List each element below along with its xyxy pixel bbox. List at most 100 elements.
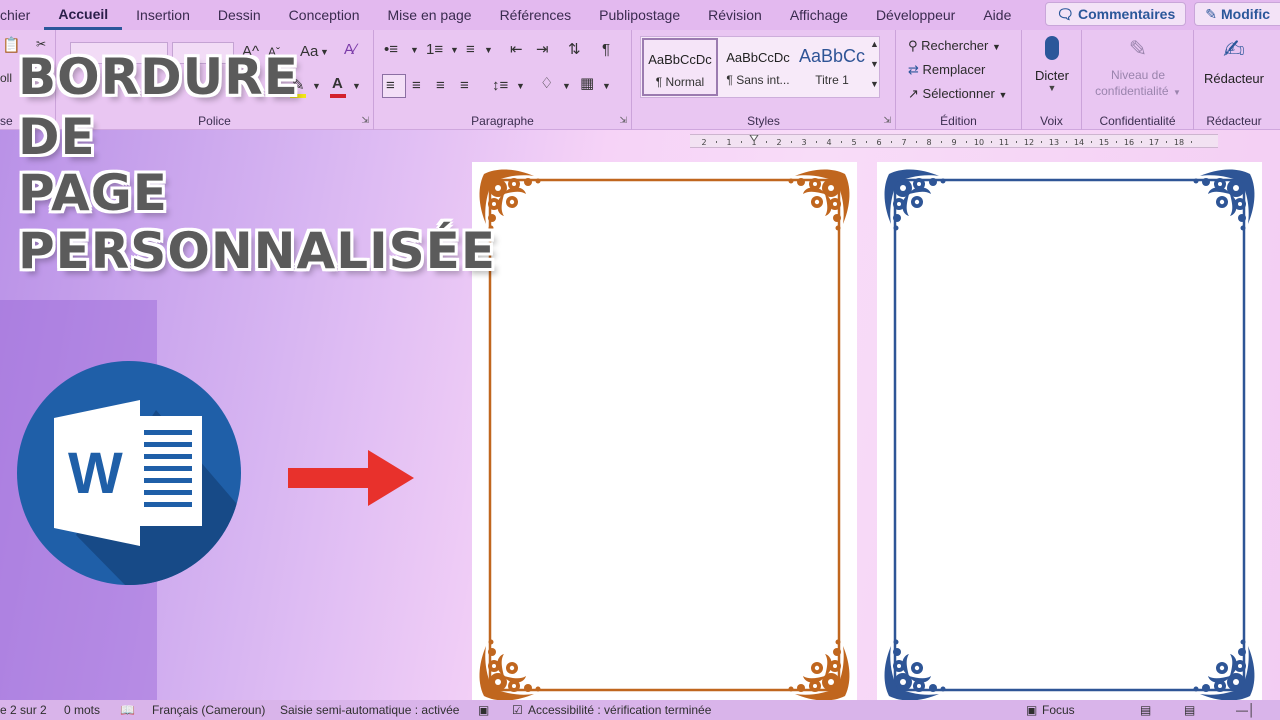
borders-icon[interactable]: ▦ [580, 76, 594, 91]
tab-accueil[interactable]: Accueil [44, 1, 123, 30]
tab-mise-en-page[interactable]: Mise en page [374, 0, 486, 30]
align-right-icon[interactable]: ≡ [436, 78, 445, 93]
shading-icon[interactable]: ♢ [540, 76, 553, 91]
ruler-tick [816, 141, 817, 143]
status-words[interactable]: 0 mots [64, 703, 100, 717]
style-sans-interligne[interactable]: AaBbCcDc ¶ Sans int... [720, 38, 796, 96]
align-left-icon: ≡ [386, 77, 395, 94]
replace-button[interactable]: ⇄ Remplacer [908, 62, 985, 78]
status-focus[interactable]: Focus [1042, 703, 1075, 717]
editor-button[interactable]: ✍ Rédacteur [1194, 34, 1274, 104]
focus-icon[interactable]: ▣ [1026, 703, 1037, 717]
chevron-down-icon[interactable]: ▼ [516, 82, 525, 91]
gallery-more-icon[interactable]: ▼ [870, 80, 879, 89]
status-bar: e 2 sur 2 0 mots 📖 Français (Cameroun) S… [0, 700, 1280, 720]
increase-indent-icon[interactable]: ⇥ [536, 42, 549, 57]
status-autocomplete[interactable]: Saisie semi-automatique : activée [280, 703, 459, 717]
tab-conception[interactable]: Conception [275, 0, 374, 30]
ruler-tick [1091, 141, 1092, 143]
ruler-tick [966, 141, 967, 143]
change-case-button[interactable]: Aa [300, 44, 318, 59]
find-button[interactable]: ⚲ Rechercher ▼ [908, 38, 1001, 54]
pilcrow-icon[interactable]: ¶ [602, 42, 610, 57]
ruler-number: 3 [801, 138, 806, 147]
edit-mode-button[interactable]: ✎ Modific [1194, 2, 1280, 26]
find-label: Rechercher [921, 38, 989, 53]
print-layout-icon[interactable]: ▤ [1140, 703, 1151, 717]
ruler-number: 13 [1049, 138, 1059, 147]
group-label-edition: Édition [940, 114, 977, 128]
ruler-number: 7 [901, 138, 906, 147]
title-line-1: BORDURE [18, 48, 299, 106]
clear-format-icon[interactable]: A∕ [344, 42, 357, 57]
ruler-number: 12 [1024, 138, 1034, 147]
chevron-down-icon: ▼ [998, 90, 1008, 100]
horizontal-ruler[interactable]: 2 1 1 2 3 4 5 6 7 8 9 10 11 12 13 14 15 16 17 18 [690, 134, 1218, 148]
tab-developpeur[interactable]: Développeur [862, 0, 969, 30]
edit-mode-label: Modific [1221, 6, 1270, 22]
sensitivity-icon: ✎ [1128, 36, 1148, 61]
font-color-icon[interactable]: A [332, 76, 343, 91]
select-button[interactable]: ↗ Sélectionner ▼ [908, 86, 1007, 102]
style-normal[interactable]: AaBbCcDc ¶ Normal [642, 38, 718, 96]
proofing-book-icon[interactable]: 📖 [120, 703, 135, 717]
tab-dessin[interactable]: Dessin [204, 0, 275, 30]
chevron-down-icon[interactable]: ▼ [484, 46, 493, 55]
group-label-confidentialite: Confidentialité [1099, 114, 1176, 128]
tab-revision[interactable]: Révision [694, 0, 776, 30]
title-line-3: PAGE [18, 164, 168, 222]
group-label-redacteur: Rédacteur [1206, 114, 1262, 128]
multilevel-list-icon[interactable]: ≡ [466, 42, 475, 57]
ruler-number: 4 [826, 138, 831, 147]
tab-insertion[interactable]: Insertion [122, 0, 204, 30]
web-layout-icon[interactable]: ▤ [1184, 703, 1195, 717]
status-accessibility[interactable]: Accessibilité : vérification terminée [528, 703, 711, 717]
sensitivity-button[interactable]: ✎ Niveau de confidentialité ▼ [1082, 34, 1194, 104]
ruler-number: 2 [776, 138, 781, 147]
sort-icon[interactable]: ⇅ [568, 42, 581, 57]
tab-affichage[interactable]: Affichage [776, 0, 862, 30]
line-spacing-icon[interactable]: ↕≡ [492, 78, 508, 93]
tab-references[interactable]: Références [486, 0, 586, 30]
numbering-icon[interactable]: 1≡ [426, 42, 443, 57]
launcher-icon[interactable]: ⇲ [619, 115, 627, 126]
launcher-icon[interactable]: ⇲ [883, 115, 891, 126]
page-blue-border [877, 162, 1262, 708]
chevron-down-icon[interactable]: ▼ [320, 48, 329, 57]
chevron-down-icon[interactable]: ▼ [602, 82, 611, 91]
status-page[interactable]: e 2 sur 2 [0, 703, 47, 717]
ruler-number: 11 [999, 138, 1009, 147]
zoom-slider[interactable]: —│ [1236, 703, 1256, 717]
ruler-ticks: 2 1 1 2 3 4 5 6 7 8 9 10 11 12 13 14 15 16 17 18 [701, 135, 1192, 147]
ruler-number: 14 [1074, 138, 1084, 147]
dictate-button[interactable]: Dicter ▼ [1022, 34, 1082, 104]
blue-ornamental-border [884, 169, 1255, 701]
group-edition: ⚲ Rechercher ▼ ⇄ Remplacer ↗ Sélectionne… [896, 30, 1022, 130]
gallery-down-icon[interactable]: ▼ [870, 60, 879, 69]
accessibility-icon[interactable]: ☑ [512, 703, 523, 717]
chevron-down-icon[interactable]: ▼ [562, 82, 571, 91]
launcher-icon[interactable]: ⇲ [361, 115, 369, 126]
group-redacteur: ✍ Rédacteur Rédacteur [1194, 30, 1280, 130]
sensitivity-label-1: Niveau de [1110, 68, 1166, 82]
align-center-icon[interactable]: ≡ [412, 78, 421, 93]
decrease-indent-icon[interactable]: ⇤ [510, 42, 523, 57]
gallery-up-icon[interactable]: ▲ [870, 40, 879, 49]
ruler-number: 18 [1174, 138, 1184, 147]
bullets-icon[interactable]: •≡ [384, 42, 398, 57]
chevron-down-icon[interactable]: ▼ [352, 82, 361, 91]
ruler-number: 16 [1124, 138, 1134, 147]
justify-icon[interactable]: ≡ [460, 78, 469, 93]
chevron-down-icon[interactable]: ▼ [410, 46, 419, 55]
status-language[interactable]: Français (Cameroun) [152, 703, 265, 717]
tab-publipostage[interactable]: Publipostage [585, 0, 694, 30]
chevron-down-icon[interactable]: ▼ [312, 82, 321, 91]
tab-fichier[interactable]: chier [0, 0, 44, 30]
ruler-number: 2 [701, 138, 706, 147]
comments-button[interactable]: 🗨 Commentaires [1045, 2, 1187, 26]
chevron-down-icon[interactable]: ▼ [450, 46, 459, 55]
style-titre-1[interactable]: AaBbCc Titre 1 [794, 38, 870, 96]
chevron-down-icon: ▼ [1172, 88, 1181, 97]
tab-aide[interactable]: Aide [969, 0, 1025, 30]
macro-icon[interactable]: ▣ [478, 703, 489, 717]
